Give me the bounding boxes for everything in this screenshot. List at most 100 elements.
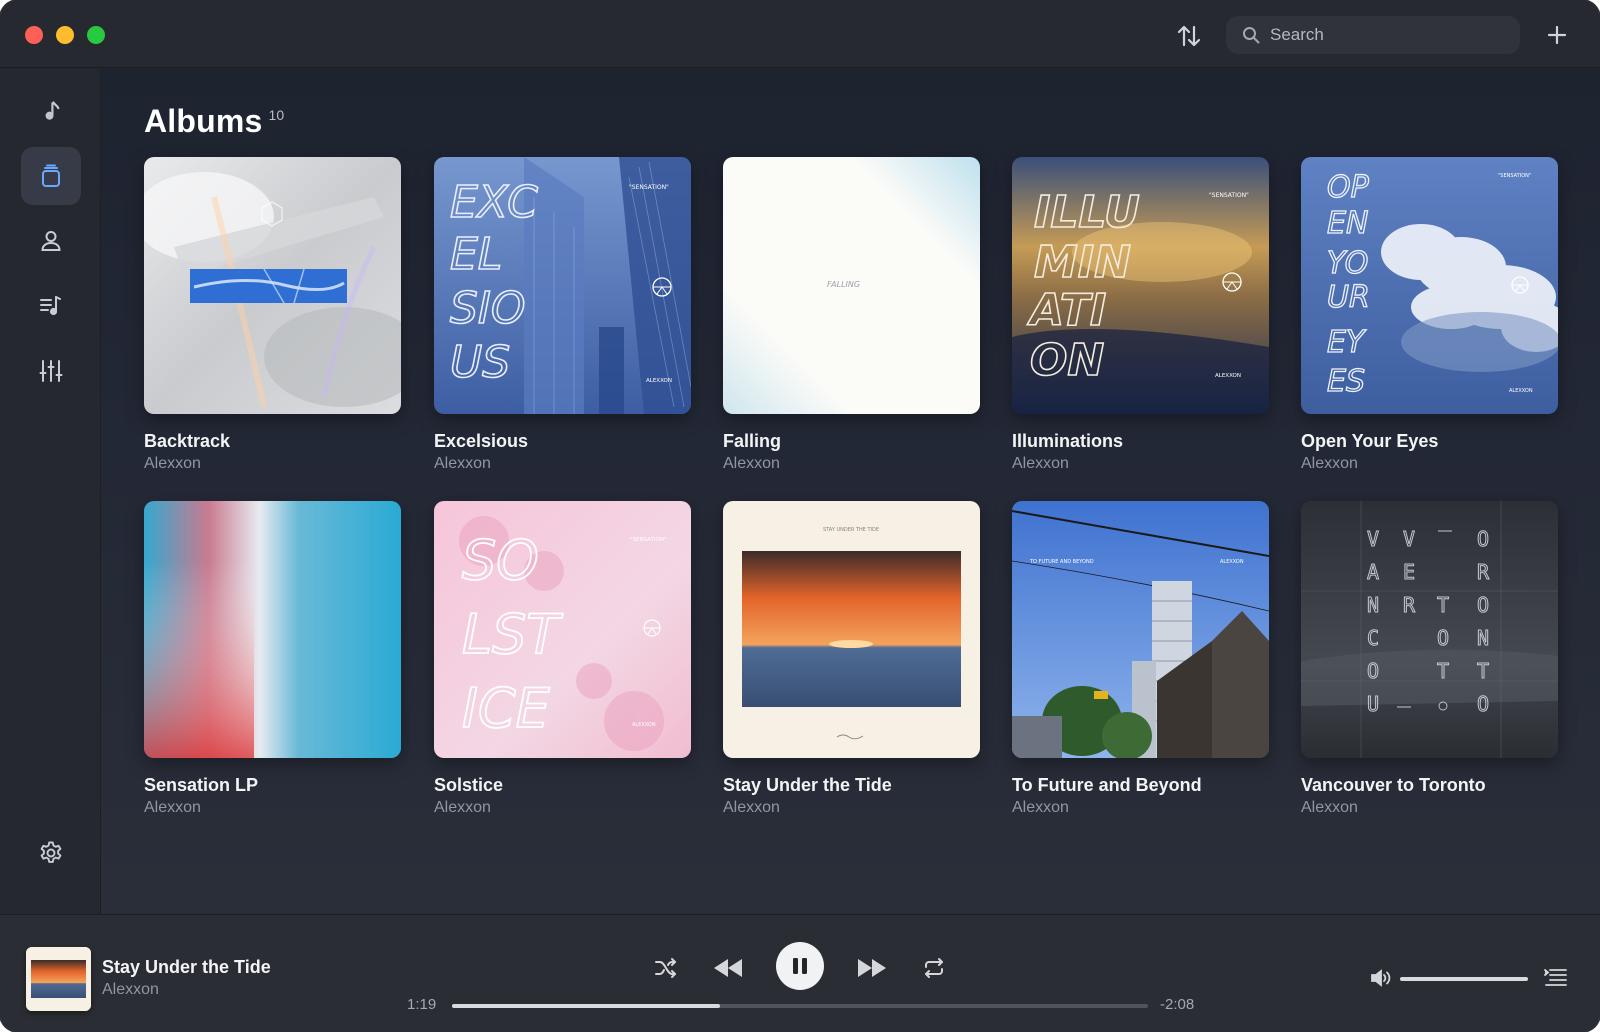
album-artist[interactable]: Alexxon <box>723 799 780 817</box>
album-artist[interactable]: Alexxon <box>144 455 201 473</box>
cover-text: FALLING <box>827 280 860 289</box>
pause-icon <box>793 958 807 974</box>
progress-bar[interactable] <box>452 1004 1148 1008</box>
album-cover[interactable] <box>144 157 401 414</box>
svg-text:T: T <box>1477 659 1489 683</box>
now-playing-artist[interactable]: Alexxon <box>102 981 159 999</box>
search-icon <box>1242 26 1260 44</box>
fast-forward-icon[interactable] <box>856 957 888 979</box>
queue-list-icon[interactable] <box>1544 967 1568 989</box>
close-window-button[interactable] <box>25 26 43 44</box>
progress-fill <box>452 1004 720 1008</box>
album-artist[interactable]: Alexxon <box>434 455 491 473</box>
sidebar-item-songs[interactable] <box>21 83 81 141</box>
now-playing-artwork[interactable] <box>26 947 91 1011</box>
album-title[interactable]: Solstice <box>434 775 503 796</box>
search-input[interactable] <box>1270 16 1510 54</box>
repeat-icon[interactable] <box>922 956 946 980</box>
album-cover[interactable]: STAY UNDER THE TIDE <box>723 501 980 758</box>
album-title[interactable]: Illuminations <box>1012 431 1123 452</box>
cover-text: EN <box>1327 206 1368 241</box>
svg-text:O: O <box>1367 659 1379 683</box>
cover-text: EY <box>1327 325 1367 360</box>
svg-text:N: N <box>1477 626 1489 650</box>
cover-imprint: ALEXXON <box>1509 388 1533 394</box>
svg-text:A: A <box>1367 560 1379 584</box>
album-cover[interactable]: TO FUTURE AND BEYOND ALEXXON <box>1012 501 1269 758</box>
settings-button[interactable] <box>21 824 81 882</box>
sidebar-item-playlists[interactable] <box>21 277 81 335</box>
album-cover[interactable]: FALLING <box>723 157 980 414</box>
cover-text: MIN <box>1034 237 1131 288</box>
album-title[interactable]: Open Your Eyes <box>1301 431 1438 452</box>
zoom-window-button[interactable] <box>87 26 105 44</box>
page-heading: Albums 10 <box>144 103 284 140</box>
cover-text: ATI <box>1027 285 1106 336</box>
album-artist[interactable]: Alexxon <box>723 455 780 473</box>
cover-label: "SENSATION" <box>630 537 667 543</box>
title-bar <box>0 0 1600 68</box>
volume-slider[interactable] <box>1400 977 1528 981</box>
elapsed-time: 1:19 <box>407 996 437 1013</box>
svg-text:O: O <box>1477 692 1489 716</box>
album-artist[interactable]: Alexxon <box>1301 799 1358 817</box>
playlist-icon <box>40 296 61 316</box>
cover-text: SIO <box>450 283 526 334</box>
album-artist[interactable]: Alexxon <box>1012 455 1069 473</box>
album-cover[interactable]: SO LST ICE "SENSATION" ALEXXON <box>434 501 691 758</box>
album-cover[interactable]: ILLU MIN ATI ON "SENSATION" ALEXXON <box>1012 157 1269 414</box>
album-title[interactable]: Vancouver to Toronto <box>1301 775 1486 796</box>
svg-text:N: N <box>1367 593 1379 617</box>
album-count-badge: 10 <box>268 107 285 123</box>
album-cover[interactable] <box>144 501 401 758</box>
album-title[interactable]: Sensation LP <box>144 775 258 796</box>
music-app-window: Albums 10 <box>0 0 1600 1032</box>
cover-imprint: ALEXXON <box>1215 373 1241 379</box>
album-title[interactable]: Backtrack <box>144 431 230 452</box>
album-title[interactable]: Excelsious <box>434 431 528 452</box>
album-artist[interactable]: Alexxon <box>434 799 491 817</box>
cover-text: OP <box>1327 170 1370 205</box>
svg-text:E: E <box>1403 560 1415 584</box>
svg-text:O: O <box>1477 593 1489 617</box>
search-field[interactable] <box>1226 16 1520 54</box>
sidebar-item-albums[interactable] <box>21 147 81 205</box>
minimize-window-button[interactable] <box>56 26 74 44</box>
cover-text: UR <box>1327 280 1370 315</box>
album-cover[interactable]: VANCOU VER TOT ORONTO <box>1301 501 1558 758</box>
cover-text: TO FUTURE AND BEYOND <box>1029 559 1094 565</box>
album-title[interactable]: To Future and Beyond <box>1012 775 1202 796</box>
sidebar <box>0 69 101 914</box>
person-icon <box>41 231 61 251</box>
pause-button[interactable] <box>776 942 824 990</box>
cover-label: "SENSATION" <box>629 184 669 191</box>
album-title[interactable]: Stay Under the Tide <box>723 775 892 796</box>
album-title[interactable]: Falling <box>723 431 781 452</box>
album-cover[interactable]: OP EN YO UR EY ES "SENSATION" ALEXXON <box>1301 157 1558 414</box>
rewind-icon[interactable] <box>712 957 744 979</box>
now-playing-title[interactable]: Stay Under the Tide <box>102 957 271 978</box>
album-artist[interactable]: Alexxon <box>1012 799 1069 817</box>
album-artist[interactable]: Alexxon <box>144 799 201 817</box>
cover-imprint: ALEXXON <box>1220 559 1244 565</box>
plus-icon[interactable] <box>1545 23 1569 47</box>
album-cover[interactable]: EXC EL SIO US "SENSATION" ALEXXON <box>434 157 691 414</box>
svg-text:T: T <box>1437 593 1449 617</box>
music-note-icon <box>45 101 60 120</box>
album-artist[interactable]: Alexxon <box>1301 455 1358 473</box>
shuffle-icon[interactable] <box>654 957 678 979</box>
gear-icon <box>40 841 62 863</box>
sort-arrows-icon[interactable] <box>1175 22 1203 50</box>
sidebar-item-artists[interactable] <box>21 212 81 270</box>
volume-icon[interactable] <box>1370 968 1392 988</box>
svg-text:R: R <box>1403 593 1416 617</box>
player-bar: Stay Under the Tide Alexxon 1:19 -2:08 <box>0 914 1600 1032</box>
albums-stack-icon <box>42 164 60 187</box>
svg-text:T: T <box>1437 659 1449 683</box>
svg-text:O: O <box>1477 527 1489 551</box>
cover-imprint: ALEXXON <box>646 378 672 384</box>
cover-text: EL <box>450 229 502 280</box>
cover-text: ON <box>1030 335 1104 386</box>
sidebar-item-equalizer[interactable] <box>21 342 81 400</box>
albums-view: Albums 10 Backtrack Alexxon EXC EL SIO U… <box>101 69 1600 914</box>
